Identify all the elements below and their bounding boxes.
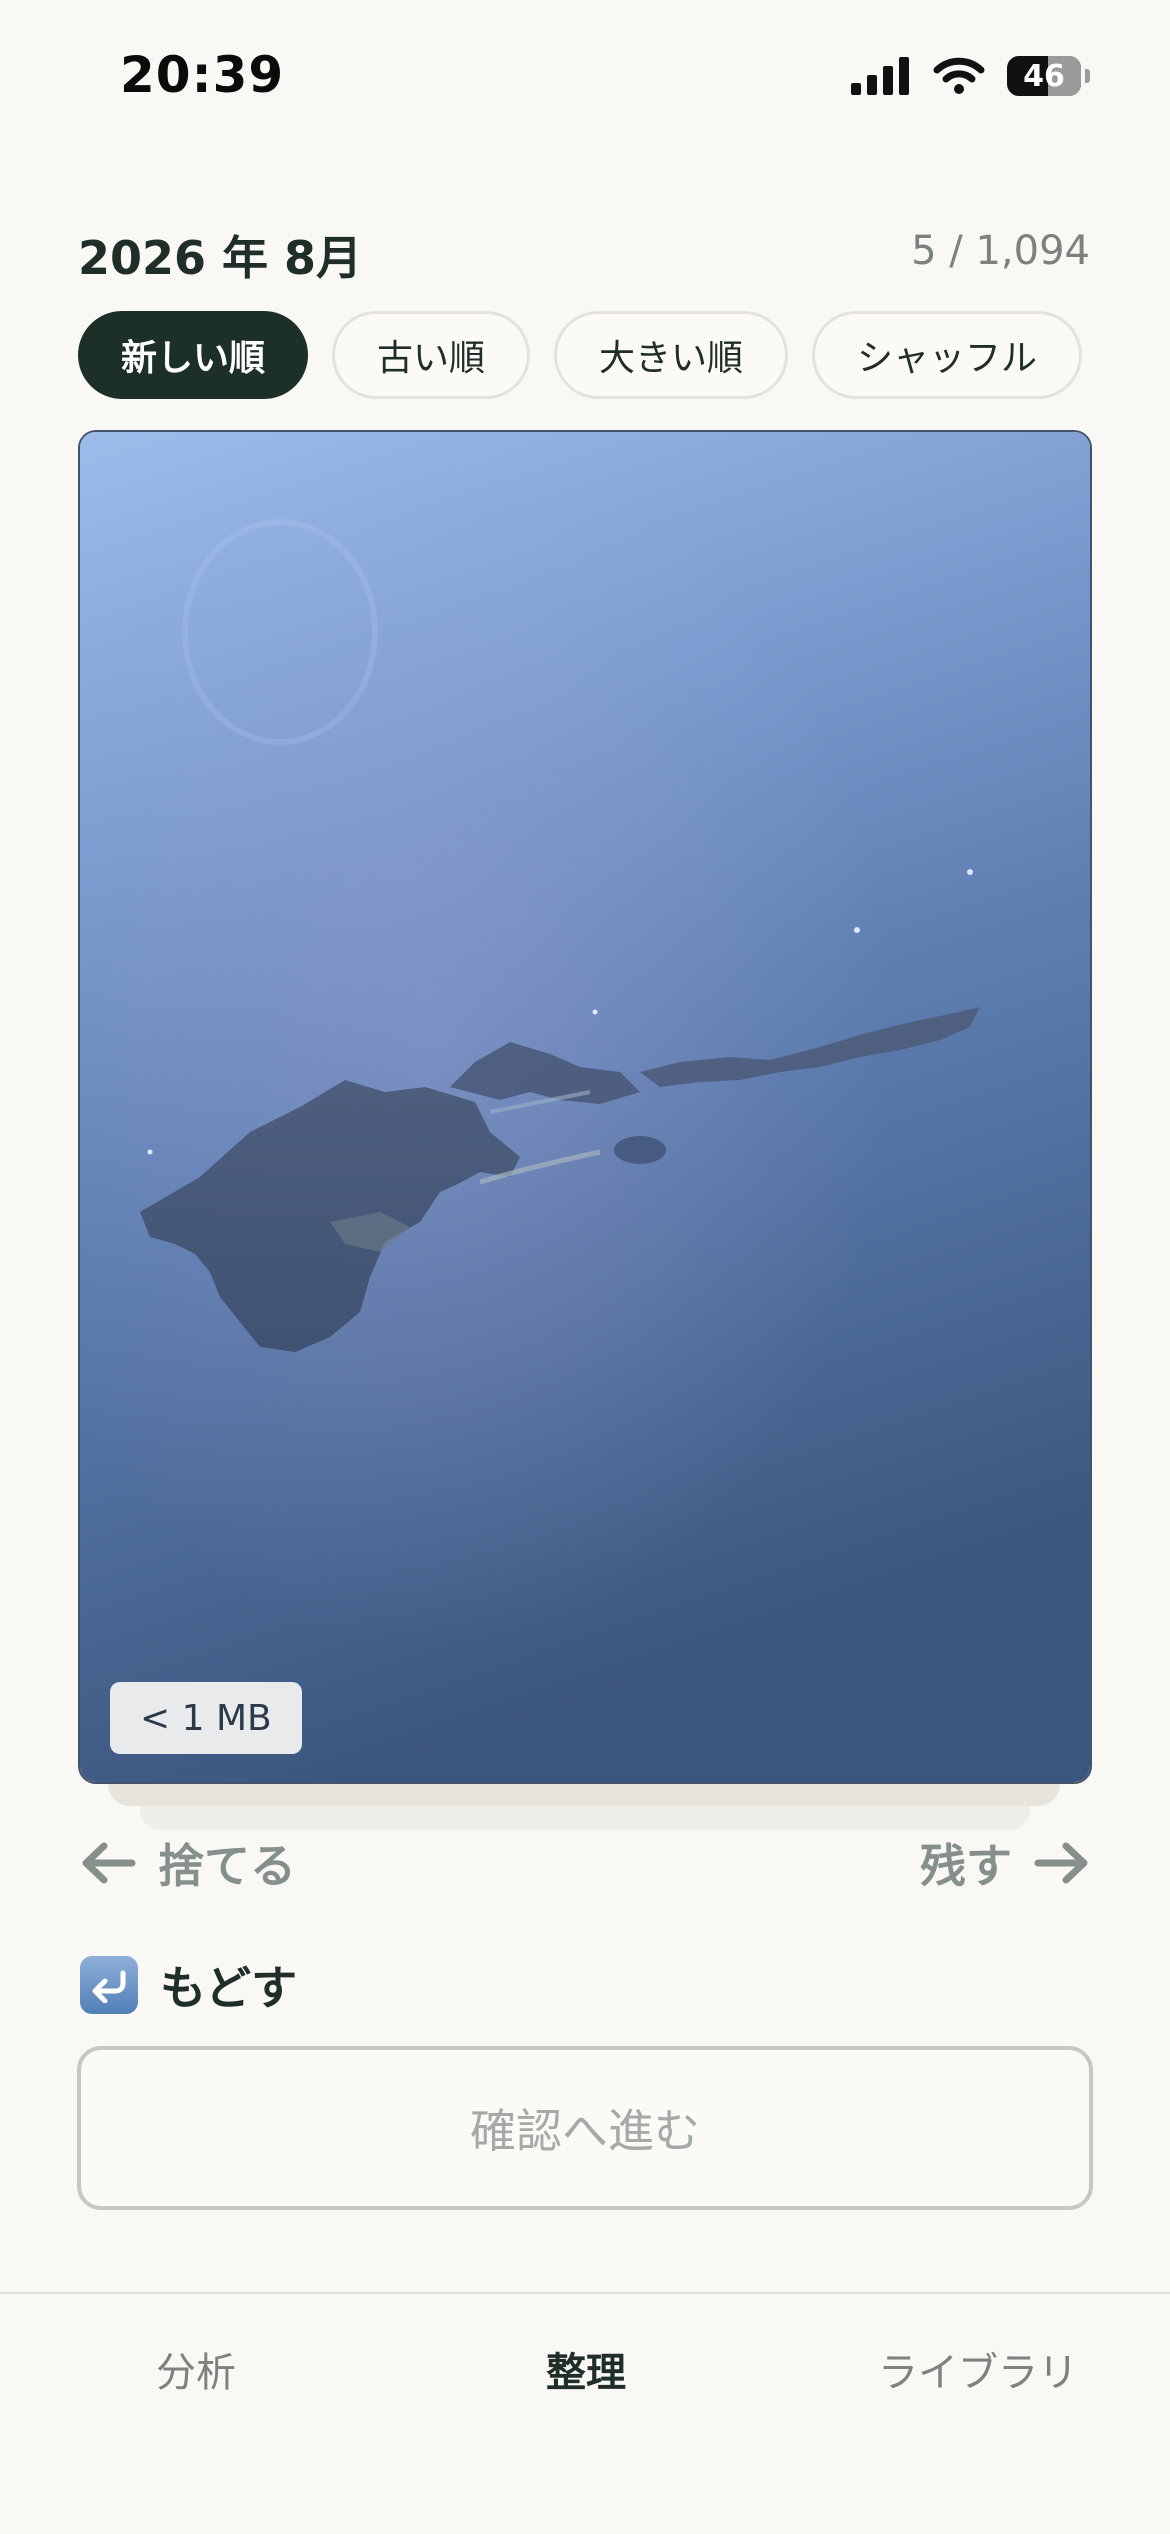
sort-chips: 新しい順 古い順 大きい順 シャッフル <box>78 311 1082 399</box>
cellular-signal-icon <box>851 57 909 95</box>
tab-bar: 分析 整理 ライブラリ <box>0 2292 1170 2534</box>
battery-level: 46 <box>1023 58 1065 94</box>
keep-label: 残す <box>920 1839 1012 1893</box>
sort-chip-newest[interactable]: 新しい順 <box>78 311 308 399</box>
undo-label: もどす <box>160 1961 298 2015</box>
arrow-right-icon <box>1034 1842 1088 1884</box>
discard-hint[interactable]: 捨てる <box>80 1830 296 1896</box>
photo-card[interactable]: < 1 MB <box>78 430 1092 1784</box>
photo-counter: 5 / 1,094 <box>911 228 1090 274</box>
proceed-to-review-button[interactable]: 確認へ進む <box>77 2046 1093 2210</box>
tab-analysis[interactable]: 分析 <box>156 2340 236 2398</box>
file-size-badge: < 1 MB <box>110 1682 302 1754</box>
sort-chip-largest[interactable]: 大きい順 <box>554 311 788 399</box>
status-indicators: 46 <box>851 56 1090 96</box>
arrow-left-icon <box>82 1842 136 1884</box>
month-title: 2026 年 8月 <box>78 231 363 285</box>
tab-organize[interactable]: 整理 <box>546 2340 626 2398</box>
sort-chip-oldest[interactable]: 古い順 <box>332 311 530 399</box>
tab-library[interactable]: ライブラリ <box>878 2340 1078 2398</box>
discard-label: 捨てる <box>158 1839 296 1893</box>
undo-button[interactable]: もどす <box>80 1952 297 2018</box>
wifi-icon <box>933 57 985 94</box>
aerial-island-photo <box>80 432 1090 1782</box>
battery-icon: 46 <box>1007 56 1081 96</box>
keep-hint[interactable]: 残す <box>920 1830 1090 1896</box>
sort-chip-shuffle[interactable]: シャッフル <box>812 311 1082 399</box>
undo-arrow-icon <box>80 1956 138 2014</box>
status-time: 20:39 <box>120 46 285 104</box>
